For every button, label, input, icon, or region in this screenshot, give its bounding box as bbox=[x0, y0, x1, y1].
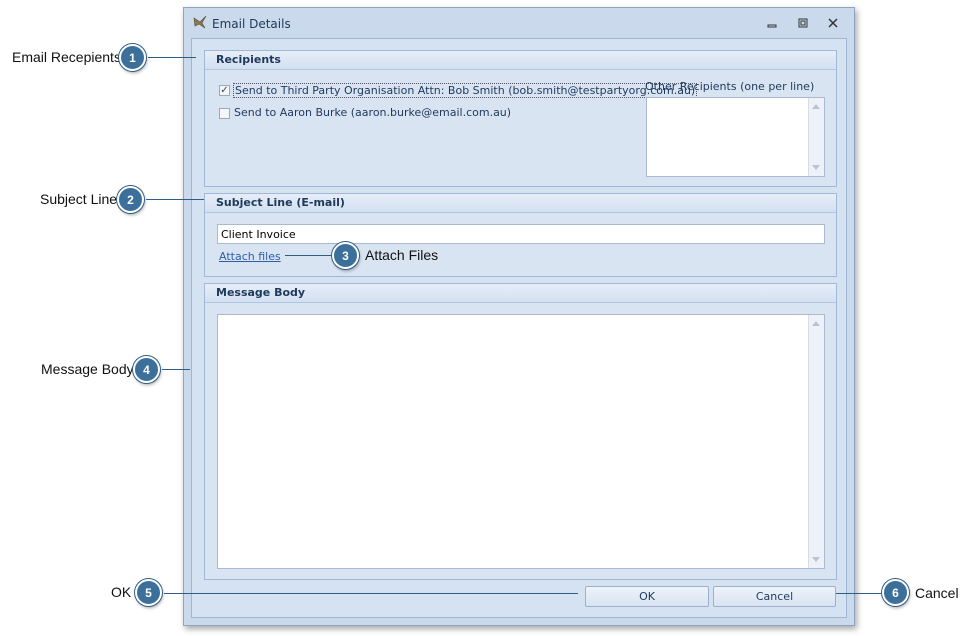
recipients-header: Recipients bbox=[205, 51, 836, 70]
attach-files-link[interactable]: Attach files bbox=[219, 250, 281, 263]
cancel-button[interactable]: Cancel bbox=[713, 586, 836, 607]
minimize-icon[interactable] bbox=[765, 17, 779, 29]
close-icon[interactable] bbox=[826, 17, 840, 29]
callout-label-message-body: Message Body bbox=[41, 361, 134, 377]
message-body-header: Message Body bbox=[205, 284, 836, 303]
aaron-burke-label[interactable]: Send to Aaron Burke (aaron.burke@email.c… bbox=[234, 106, 511, 119]
aaron-burke-checkbox[interactable] bbox=[219, 108, 230, 119]
callout-badge-3: 3 bbox=[332, 242, 359, 269]
other-recipients-scrollbar[interactable] bbox=[808, 98, 824, 176]
callout-label-subject-line: Subject Line bbox=[40, 191, 118, 207]
callout-badge-6: 6 bbox=[882, 579, 909, 606]
callout-badge-5: 5 bbox=[135, 579, 162, 606]
callout-line-5 bbox=[164, 593, 578, 594]
subject-value: Client Invoice bbox=[221, 228, 296, 241]
callout-badge-4: 4 bbox=[133, 356, 160, 383]
callout-line-1 bbox=[148, 57, 196, 58]
restore-icon[interactable] bbox=[796, 17, 810, 29]
other-recipients-label: Other Recipients (one per line) bbox=[645, 80, 815, 93]
callout-line-6 bbox=[836, 593, 883, 594]
callout-label-attach-files: Attach Files bbox=[365, 247, 439, 263]
email-details-dialog: Email Details Recipients ✓ Send to Third… bbox=[183, 7, 855, 626]
callout-line-3 bbox=[285, 255, 333, 256]
message-body-input[interactable] bbox=[217, 314, 825, 569]
subject-group: Subject Line (E-mail) Client Invoice Att… bbox=[204, 193, 837, 277]
message-body-group: Message Body bbox=[204, 283, 837, 580]
callout-line-2 bbox=[146, 199, 204, 200]
callout-label-ok: OK bbox=[111, 584, 132, 600]
recipients-group: Recipients ✓ Send to Third Party Organis… bbox=[204, 50, 837, 187]
subject-header: Subject Line (E-mail) bbox=[205, 194, 836, 213]
email-bird-icon bbox=[193, 15, 207, 29]
scroll-down-icon[interactable] bbox=[812, 557, 820, 562]
dialog-body: Recipients ✓ Send to Third Party Organis… bbox=[191, 38, 847, 618]
subject-input[interactable]: Client Invoice bbox=[217, 224, 825, 244]
ok-button[interactable]: OK bbox=[585, 586, 709, 607]
callout-line-4 bbox=[162, 369, 190, 370]
window-title: Email Details bbox=[212, 17, 291, 31]
scroll-down-icon[interactable] bbox=[812, 165, 820, 170]
callout-badge-1: 1 bbox=[119, 44, 146, 71]
scroll-up-icon[interactable] bbox=[812, 104, 820, 109]
callout-label-email-recipients: Email Recepients bbox=[12, 49, 121, 65]
callout-badge-2: 2 bbox=[117, 186, 144, 213]
other-recipients-input[interactable] bbox=[646, 97, 825, 177]
third-party-checkbox[interactable]: ✓ bbox=[219, 85, 230, 96]
title-bar[interactable]: Email Details bbox=[184, 8, 854, 38]
scroll-up-icon[interactable] bbox=[812, 321, 820, 326]
message-body-scrollbar[interactable] bbox=[808, 315, 824, 568]
callout-label-cancel: Cancel bbox=[915, 585, 959, 601]
third-party-label[interactable]: Send to Third Party Organisation Attn: B… bbox=[233, 83, 698, 98]
